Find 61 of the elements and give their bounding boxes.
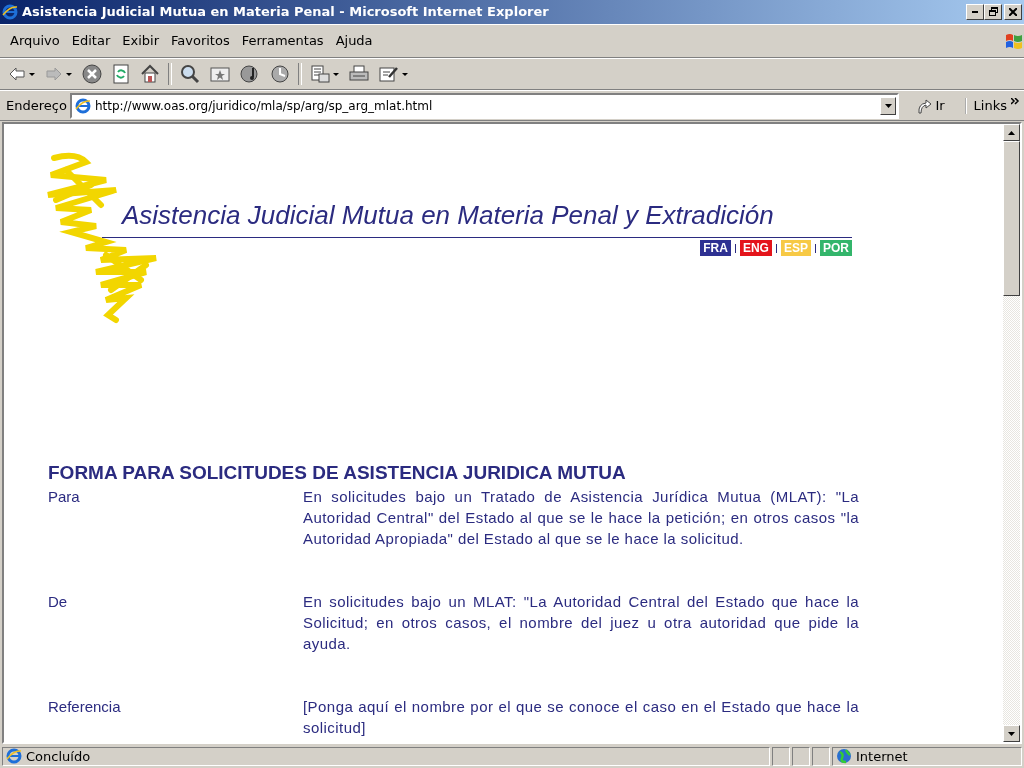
- form-heading: FORMA PARA SOLICITUDES DE ASISTENCIA JURIDICA MUTUA: [48, 462, 627, 485]
- banner-title: Asistencia Judicial Mutua en Materia Penal y Extradición: [122, 200, 775, 232]
- restore-button[interactable]: [984, 3, 1002, 20]
- chevron-icon: [1011, 98, 1020, 107]
- language-link[interactable]: ENG: [739, 240, 772, 257]
- scrollbar-thumb[interactable]: [1003, 141, 1020, 297]
- field-label: Referencia: [48, 697, 122, 718]
- caret-icon: [333, 72, 339, 76]
- caret-icon: [29, 72, 35, 76]
- menu-item[interactable]: Exibir: [116, 33, 165, 49]
- language-link[interactable]: FRA: [700, 240, 731, 257]
- page-icon: [6, 748, 22, 765]
- caret-icon: [66, 72, 72, 76]
- windows-logo-icon: [1004, 31, 1024, 50]
- minimize-button[interactable]: [966, 3, 984, 20]
- status-pane: [812, 746, 830, 766]
- refresh-button[interactable]: [110, 62, 132, 87]
- window-title: Asistencia Judicial Mutua en Materia Penal - Microsoft Internet Explorer: [22, 4, 550, 20]
- restore-icon: [988, 7, 998, 17]
- search-icon: [180, 64, 200, 85]
- back-arrow-icon: [8, 66, 26, 83]
- caret-icon: [884, 103, 892, 108]
- scrollbar[interactable]: [1003, 124, 1020, 743]
- go-button[interactable]: Ir: [902, 97, 967, 114]
- curved-arrow-icon: [916, 97, 933, 114]
- menu-item[interactable]: Favoritos: [165, 33, 236, 49]
- mail-button[interactable]: [308, 63, 341, 86]
- menu-item[interactable]: Arquivo: [4, 33, 66, 49]
- page-icon: [74, 97, 91, 114]
- address-label: Endereço: [6, 98, 67, 114]
- stop-icon: [82, 64, 102, 85]
- close-button[interactable]: [1004, 3, 1022, 20]
- field-description: En solicitudes bajo un MLAT: "La Autoridad Central del Estado que hace la Solicitud; en otros casos, el nombre del juez u otra autoridad que pide la ayuda.: [303, 592, 859, 655]
- status-text: Concluído: [26, 748, 91, 764]
- close-icon: [1009, 7, 1017, 16]
- menu-item[interactable]: Ajuda: [329, 33, 379, 49]
- globe-icon: [836, 748, 852, 765]
- menu-item[interactable]: Editar: [65, 33, 117, 49]
- refresh-icon: [112, 64, 130, 85]
- forward-arrow-icon: [45, 66, 63, 83]
- field-description: En solicitudes bajo un Tratado de Asistencia Jurídica Mutua (MLAT): "La Autoridad Central" del Estado al que se le hace la petición; en otros casos "la Autoridad Apropiada" del Estado al que se le hace la solicitud.: [303, 487, 859, 550]
- home-icon: [140, 64, 160, 85]
- minimize-icon: [972, 10, 978, 13]
- menu-item[interactable]: Ferramentas: [235, 33, 330, 49]
- globe-music-icon: [240, 64, 260, 85]
- status-pane: [792, 746, 810, 766]
- browser-icon: [2, 3, 18, 20]
- address-field[interactable]: http://www.oas.org/juridico/mla/sp/arg/sp_arg_mlat.html: [69, 92, 900, 119]
- stop-button[interactable]: [80, 62, 104, 87]
- caret-icon: [402, 72, 408, 76]
- dropdown-button[interactable]: [880, 96, 897, 115]
- zone-text: Internet: [856, 748, 908, 764]
- field-description: [Ponga aquí el nombre por el que se conoce el caso en el Estado que hace la solicitud]: [303, 697, 859, 739]
- down-arrow-icon: [1008, 731, 1015, 736]
- status-pane: [772, 746, 790, 766]
- up-arrow-icon: [1008, 130, 1015, 135]
- pencil-document-icon: [379, 65, 399, 84]
- field-label: De: [48, 592, 69, 613]
- links-button[interactable]: Links: [969, 98, 1024, 114]
- printer-icon: [349, 65, 369, 84]
- field-label: Para: [48, 487, 81, 508]
